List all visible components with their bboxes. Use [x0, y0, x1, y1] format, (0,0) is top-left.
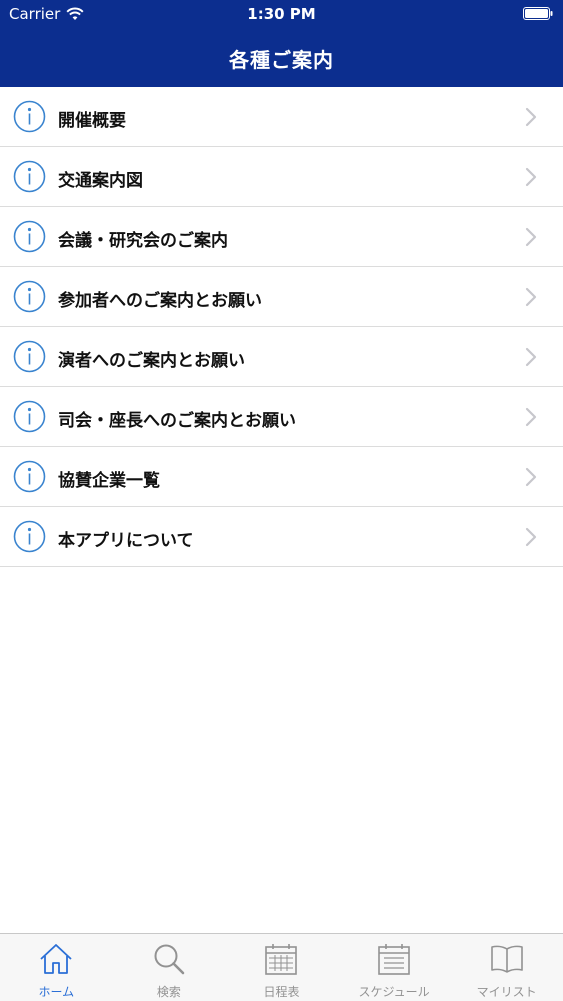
status-bar: Carrier 1:30 PM [0, 0, 563, 30]
info-icon [13, 280, 46, 313]
chevron-right-icon [525, 467, 537, 487]
info-icon [13, 100, 46, 133]
chevron-right-icon [525, 167, 537, 187]
menu-item-participants[interactable]: 参加者へのご案内とお願い [0, 267, 563, 327]
battery-icon [523, 7, 553, 20]
tab-home[interactable]: ホーム [0, 934, 113, 1001]
menu-item-label: 協賛企業一覧 [58, 471, 160, 491]
info-icon [13, 520, 46, 553]
tab-label: 検索 [156, 985, 181, 999]
menu-item-label: 司会・座長へのご案内とお願い [58, 411, 296, 431]
page-title: 各種ご案内 [229, 48, 334, 72]
menu-item-speakers[interactable]: 演者へのご案内とお願い [0, 327, 563, 387]
book-icon [490, 942, 524, 976]
chevron-right-icon [525, 287, 537, 307]
status-time: 1:30 PM [247, 5, 316, 23]
info-icon [13, 340, 46, 373]
menu-list: 開催概要 交通案内図 会議・研究会のご案内 参加者へのご案内とお願い 演者へのご… [0, 87, 563, 567]
search-icon [152, 942, 186, 976]
schedule-icon [377, 942, 411, 976]
chevron-right-icon [525, 347, 537, 367]
menu-item-access-map[interactable]: 交通案内図 [0, 147, 563, 207]
menu-item-about-app[interactable]: 本アプリについて [0, 507, 563, 567]
tab-label: 日程表 [263, 985, 300, 999]
chevron-right-icon [525, 407, 537, 427]
tab-calendar[interactable]: 日程表 [225, 934, 338, 1001]
header: Carrier 1:30 PM 各種ご案内 [0, 0, 563, 87]
menu-item-label: 交通案内図 [58, 171, 143, 191]
menu-item-label: 本アプリについて [58, 531, 194, 551]
chevron-right-icon [525, 227, 537, 247]
tab-label: ホーム [38, 985, 75, 999]
menu-item-meetings[interactable]: 会議・研究会のご案内 [0, 207, 563, 267]
menu-item-label: 参加者へのご案内とお願い [58, 291, 262, 311]
tab-label: スケジュール [358, 985, 430, 999]
tab-bar: ホーム 検索 日程表 スケジュール マイリスト [0, 933, 563, 1001]
tab-search[interactable]: 検索 [113, 934, 226, 1001]
calendar-icon [264, 942, 298, 976]
info-icon [13, 160, 46, 193]
chevron-right-icon [525, 527, 537, 547]
tab-label: マイリスト [476, 985, 537, 999]
menu-item-chairs[interactable]: 司会・座長へのご案内とお願い [0, 387, 563, 447]
chevron-right-icon [525, 107, 537, 127]
menu-item-overview[interactable]: 開催概要 [0, 87, 563, 147]
info-icon [13, 400, 46, 433]
menu-item-label: 演者へのご案内とお願い [58, 351, 245, 371]
menu-item-label: 会議・研究会のご案内 [58, 231, 228, 251]
home-icon [39, 942, 73, 976]
info-icon [13, 460, 46, 493]
menu-item-sponsors[interactable]: 協賛企業一覧 [0, 447, 563, 507]
tab-schedule[interactable]: スケジュール [338, 934, 451, 1001]
tab-mylist[interactable]: マイリスト [450, 934, 563, 1001]
info-icon [13, 220, 46, 253]
menu-item-label: 開催概要 [58, 111, 126, 131]
